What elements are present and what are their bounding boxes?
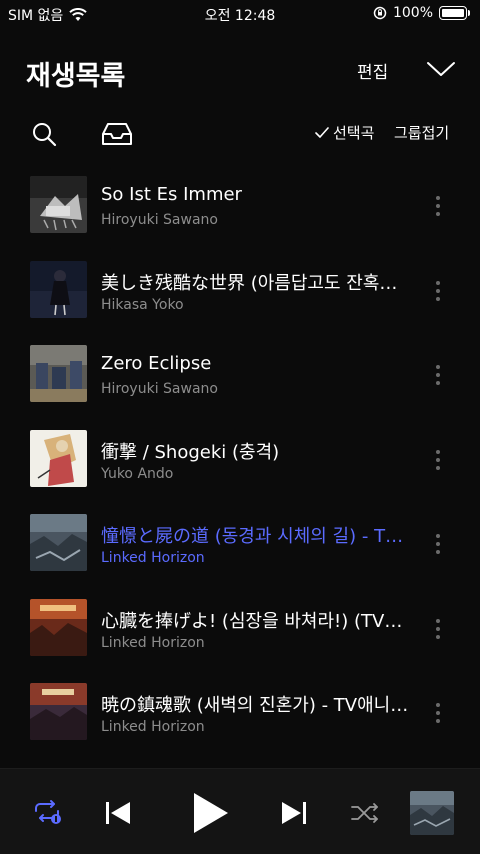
player-bar bbox=[0, 768, 480, 854]
more-icon[interactable] bbox=[428, 361, 448, 389]
more-icon[interactable] bbox=[428, 446, 448, 474]
now-playing-album-art[interactable] bbox=[410, 791, 454, 835]
shuffle-icon[interactable] bbox=[350, 802, 380, 824]
playlist: So Ist Es Immer Hiroyuki Sawano 美しき残酷な世界… bbox=[0, 162, 480, 754]
more-icon[interactable] bbox=[428, 277, 448, 305]
track-artist: Hiroyuki Sawano bbox=[101, 381, 218, 397]
collapse-groups-button[interactable]: 그룹접기 bbox=[394, 122, 449, 143]
edit-button[interactable]: 편집 bbox=[357, 58, 388, 83]
track-title: 憧憬と屍の道 (동경과 시체의 길) - TV애니메이션 bbox=[101, 526, 413, 547]
album-art bbox=[30, 514, 87, 571]
track-title: So Ist Es Immer bbox=[101, 184, 242, 205]
status-right: 100% bbox=[373, 5, 470, 21]
track-artist: Hiroyuki Sawano bbox=[101, 212, 218, 228]
play-icon[interactable] bbox=[190, 791, 230, 835]
select-songs-button[interactable]: 선택곡 bbox=[314, 122, 374, 143]
list-item[interactable]: So Ist Es Immer Hiroyuki Sawano bbox=[0, 162, 480, 247]
track-title: 衝撃 / Shogeki (충격) bbox=[101, 441, 280, 463]
toolbar: 선택곡 그룹접기 bbox=[0, 112, 480, 156]
album-art bbox=[30, 260, 87, 318]
page-title: 재생목록 bbox=[26, 61, 126, 92]
chevron-down-icon[interactable] bbox=[424, 56, 458, 82]
list-item[interactable]: 暁の鎮魂歌 (새벽의 진혼가) - TV애니메이션 Linked Horizon bbox=[0, 669, 480, 754]
repeat-one-icon[interactable] bbox=[30, 799, 64, 825]
track-title: Zero Eclipse bbox=[101, 353, 212, 374]
previous-icon[interactable] bbox=[104, 799, 132, 827]
track-title: 美しき残酷な世界 (아름답고도 잔혹한 세계) bbox=[101, 272, 413, 294]
album-art bbox=[30, 598, 87, 656]
more-icon[interactable] bbox=[428, 699, 448, 727]
track-artist: Linked Horizon bbox=[101, 550, 205, 566]
track-artist: Linked Horizon bbox=[101, 634, 205, 651]
track-title: 暁の鎮魂歌 (새벽의 진혼가) - TV애니메이션 bbox=[101, 695, 413, 716]
more-icon[interactable] bbox=[428, 530, 448, 558]
check-icon bbox=[315, 126, 329, 138]
next-icon[interactable] bbox=[280, 799, 308, 827]
track-title: 心臓を捧げよ! (심장을 바쳐라!) (TV애니메이션) bbox=[101, 610, 413, 632]
track-artist: Hikasa Yoko bbox=[101, 296, 184, 313]
battery-icon bbox=[439, 6, 467, 20]
list-item[interactable]: 心臓を捧げよ! (심장을 바쳐라!) (TV애니메이션) Linked Hori… bbox=[0, 585, 480, 670]
track-artist: Yuko Ando bbox=[101, 465, 174, 482]
battery-tip bbox=[468, 10, 470, 16]
inbox-icon[interactable] bbox=[100, 120, 134, 148]
search-icon[interactable] bbox=[30, 120, 58, 148]
album-art bbox=[30, 429, 87, 487]
list-item[interactable]: Zero Eclipse Hiroyuki Sawano bbox=[0, 331, 480, 416]
list-item[interactable]: 衝撃 / Shogeki (충격) Yuko Ando bbox=[0, 416, 480, 501]
album-art bbox=[30, 683, 87, 740]
more-icon[interactable] bbox=[428, 192, 448, 220]
orientation-lock-icon bbox=[373, 6, 387, 20]
album-art bbox=[30, 345, 87, 402]
more-icon[interactable] bbox=[428, 615, 448, 643]
header: 재생목록 편집 bbox=[0, 48, 480, 96]
select-songs-label: 선택곡 bbox=[333, 124, 375, 142]
track-artist: Linked Horizon bbox=[101, 719, 205, 735]
list-item-now-playing[interactable]: 憧憬と屍の道 (동경과 시체의 길) - TV애니메이션 Linked Hori… bbox=[0, 500, 480, 585]
list-item[interactable]: 美しき残酷な世界 (아름답고도 잔혹한 세계) Hikasa Yoko bbox=[0, 247, 480, 332]
album-art bbox=[30, 176, 87, 233]
battery-label: 100% bbox=[392, 5, 433, 21]
status-bar: SIM 없음 오전 12:48 100% bbox=[0, 0, 480, 28]
